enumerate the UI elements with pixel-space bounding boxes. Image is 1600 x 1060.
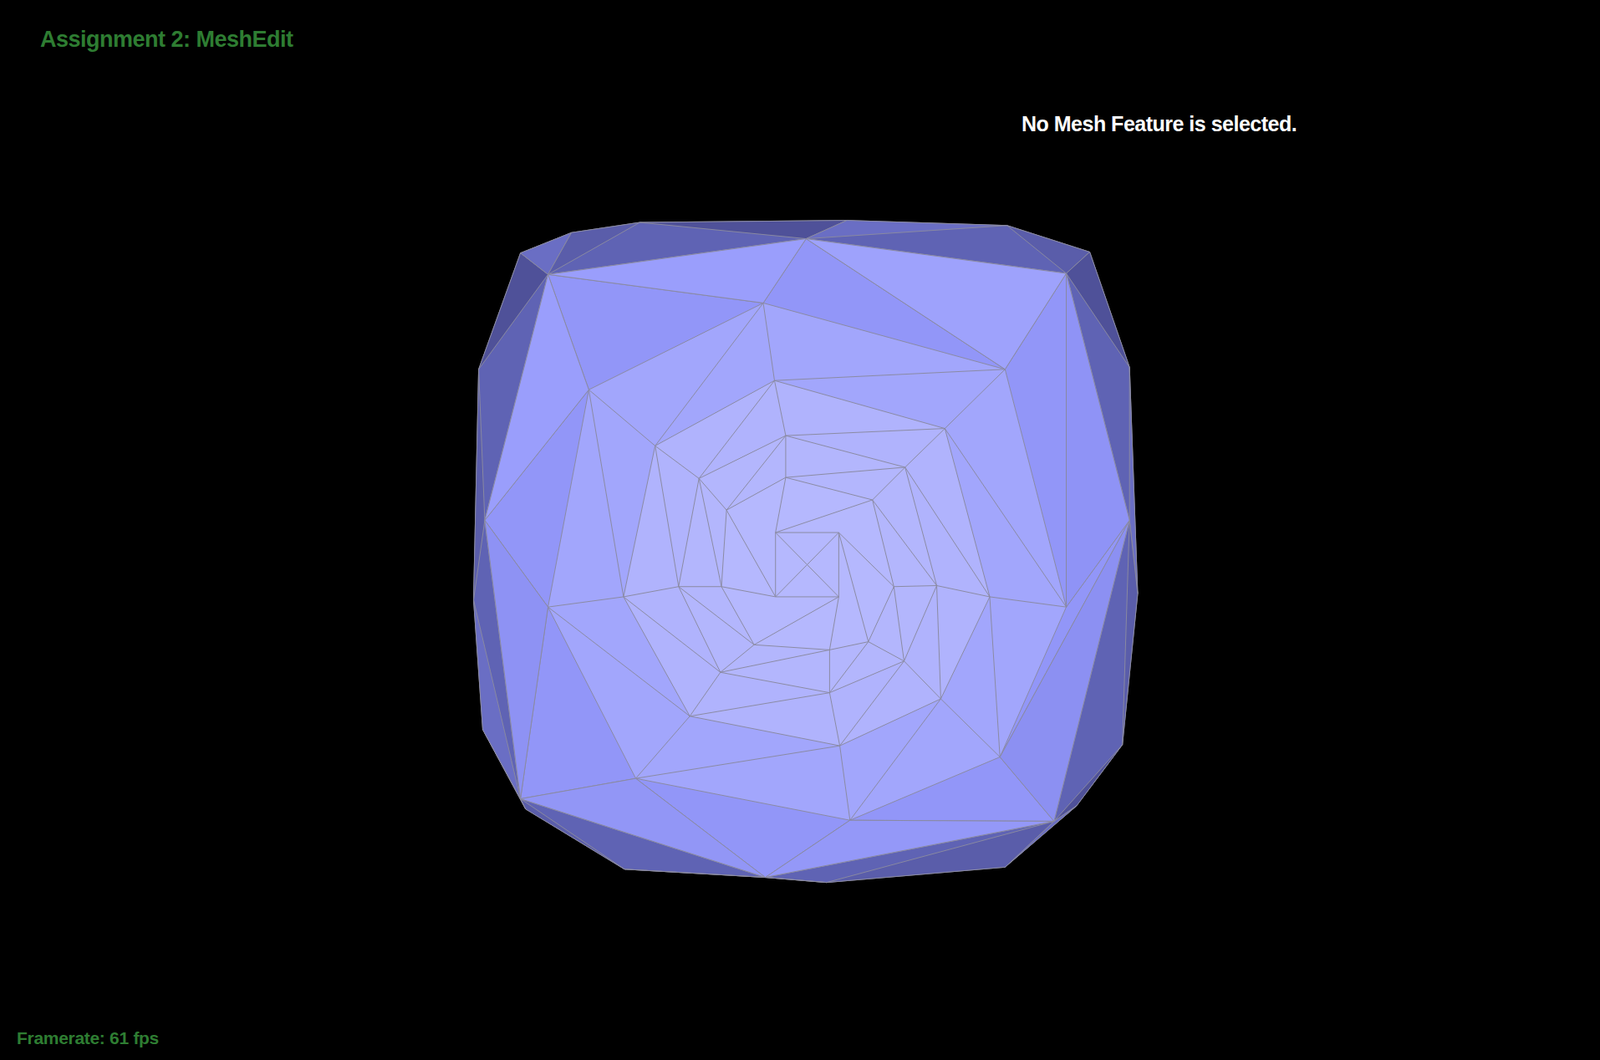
selection-status: No Mesh Feature is selected. [1018, 110, 1300, 138]
mesh-edge[interactable] [989, 596, 1067, 607]
mesh-edge[interactable] [893, 586, 904, 662]
mesh-face[interactable] [1122, 519, 1138, 744]
mesh-edge[interactable] [588, 389, 655, 446]
mesh-edge[interactable] [905, 428, 946, 468]
mesh-edge[interactable] [636, 745, 841, 779]
mesh-edge[interactable] [754, 596, 839, 645]
mesh-face[interactable] [721, 477, 894, 650]
mesh-edge[interactable] [655, 302, 764, 446]
mesh-edge[interactable] [944, 369, 1005, 429]
mesh-face[interactable] [548, 302, 1067, 821]
mesh-edge[interactable] [868, 642, 905, 662]
mesh-edge[interactable] [838, 532, 868, 643]
mesh-face[interactable] [473, 369, 485, 601]
mesh-face[interactable] [765, 877, 827, 883]
mesh-edge[interactable] [678, 586, 755, 646]
mesh-edge[interactable] [655, 445, 699, 479]
mesh-edge[interactable] [720, 649, 831, 673]
mesh-edge[interactable] [721, 586, 776, 597]
mesh-face[interactable] [473, 220, 1137, 883]
mesh-edge[interactable] [905, 467, 990, 597]
mesh-edge[interactable] [588, 389, 623, 597]
mesh-face[interactable] [999, 519, 1130, 821]
mesh-edge[interactable] [655, 445, 679, 586]
mesh-edge[interactable] [937, 585, 990, 597]
mesh-edge[interactable] [548, 596, 624, 607]
mesh-edge[interactable] [840, 745, 851, 821]
mesh-face[interactable] [805, 220, 1007, 240]
mesh-edge[interactable] [989, 596, 1000, 758]
mesh-edge[interactable] [829, 692, 840, 746]
mesh-edge[interactable] [774, 380, 785, 436]
mesh-edge[interactable] [775, 477, 786, 533]
mesh-face[interactable] [484, 239, 1130, 878]
mesh-edge[interactable] [840, 661, 905, 746]
mesh-edge[interactable] [548, 606, 691, 717]
mesh-edge[interactable] [850, 698, 942, 821]
mesh-edge[interactable] [829, 642, 868, 693]
mesh-edge[interactable] [623, 586, 679, 597]
mesh-face[interactable] [484, 274, 589, 520]
mesh-edge[interactable] [829, 649, 831, 693]
mesh-edge[interactable] [720, 644, 755, 673]
mesh-edge[interactable] [698, 478, 727, 510]
mesh-edge[interactable] [763, 302, 775, 381]
framerate-label: Framerate: 61 fps [13, 1026, 163, 1050]
mesh-face[interactable] [548, 239, 807, 304]
mesh-edge[interactable] [775, 499, 873, 533]
mesh-edge[interactable] [785, 428, 945, 437]
mesh-edge[interactable] [872, 467, 906, 500]
mesh-face[interactable] [775, 532, 840, 597]
mesh-face[interactable] [805, 239, 1066, 370]
mesh-edge[interactable] [829, 596, 839, 650]
mesh-edge[interactable] [893, 585, 937, 587]
mesh-edge[interactable] [678, 585, 722, 587]
mesh-face[interactable] [623, 380, 990, 746]
mesh-edge[interactable] [636, 716, 691, 779]
mesh-edge[interactable] [838, 532, 894, 587]
mesh-edge[interactable] [726, 435, 786, 510]
mesh-edge[interactable] [785, 467, 906, 478]
mesh-edge[interactable] [775, 532, 840, 597]
mesh-edge[interactable] [937, 585, 942, 699]
mesh-edge[interactable] [775, 532, 840, 597]
mesh-face[interactable] [484, 519, 549, 799]
mesh-face[interactable] [678, 435, 938, 693]
mesh-viewport[interactable] [0, 0, 1600, 1060]
mesh-edge[interactable] [774, 369, 1005, 381]
mesh-edge[interactable] [689, 692, 830, 717]
mesh-edge[interactable] [698, 478, 722, 586]
mesh-edge[interactable] [689, 672, 721, 716]
mesh-edge[interactable] [726, 509, 776, 597]
mesh-edge[interactable] [784, 435, 786, 478]
mesh-edge[interactable] [940, 698, 1000, 758]
mesh-edge[interactable] [903, 661, 941, 699]
mesh-edge[interactable] [872, 499, 938, 586]
mesh-face[interactable] [765, 820, 1055, 877]
mesh-face[interactable] [520, 778, 766, 877]
mesh-edge[interactable] [944, 428, 1066, 608]
app-title: Assignment 2: MeshEdit [36, 25, 297, 55]
